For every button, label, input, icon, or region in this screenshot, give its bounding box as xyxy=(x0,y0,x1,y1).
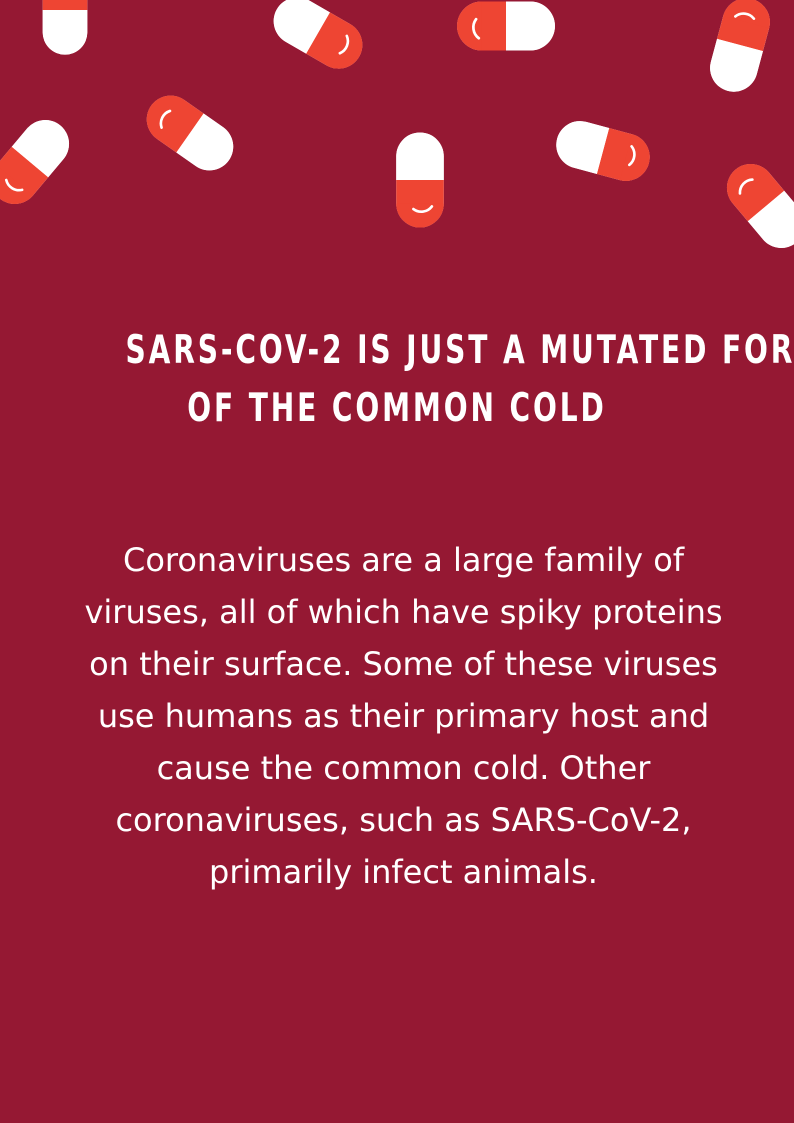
capsule-pill-icon xyxy=(703,0,777,99)
capsule-pill-icon xyxy=(136,84,244,182)
body-line-7: primarily infect animals. xyxy=(209,853,598,891)
body-line-4: use humans as their primary host and xyxy=(97,697,710,735)
body-line-2: viruses, all of which have spiky protein… xyxy=(84,593,723,631)
capsule-pill-icon xyxy=(549,114,657,188)
body-line-3: on their surface. Some of these viruses xyxy=(89,645,718,683)
capsule-pill-icon xyxy=(0,109,81,215)
headline-line-2: OF THE COMMON COLD xyxy=(187,386,607,431)
poster-page: SARS-COV-2 IS JUST A MUTATED FORM OF THE… xyxy=(0,0,794,1123)
pill-decoration-group xyxy=(0,0,794,259)
capsule-pill-icon xyxy=(394,131,446,229)
capsule-pill-icon xyxy=(41,0,89,56)
headline-line-1: SARS-COV-2 IS JUST A MUTATED FORM xyxy=(125,328,794,373)
body-line-5: cause the common cold. Other xyxy=(156,749,651,787)
body-paragraph: Coronaviruses are a large family of viru… xyxy=(55,534,752,898)
capsule-pill-icon xyxy=(715,153,794,259)
capsule-pill-icon xyxy=(263,0,373,79)
capsule-pill-icon xyxy=(455,0,557,52)
body-line-1: Coronaviruses are a large family of xyxy=(122,541,685,579)
body-line-6: coronaviruses, such as SARS-CoV-2, xyxy=(115,801,692,839)
headline: SARS-COV-2 IS JUST A MUTATED FORM OF THE… xyxy=(125,322,794,438)
